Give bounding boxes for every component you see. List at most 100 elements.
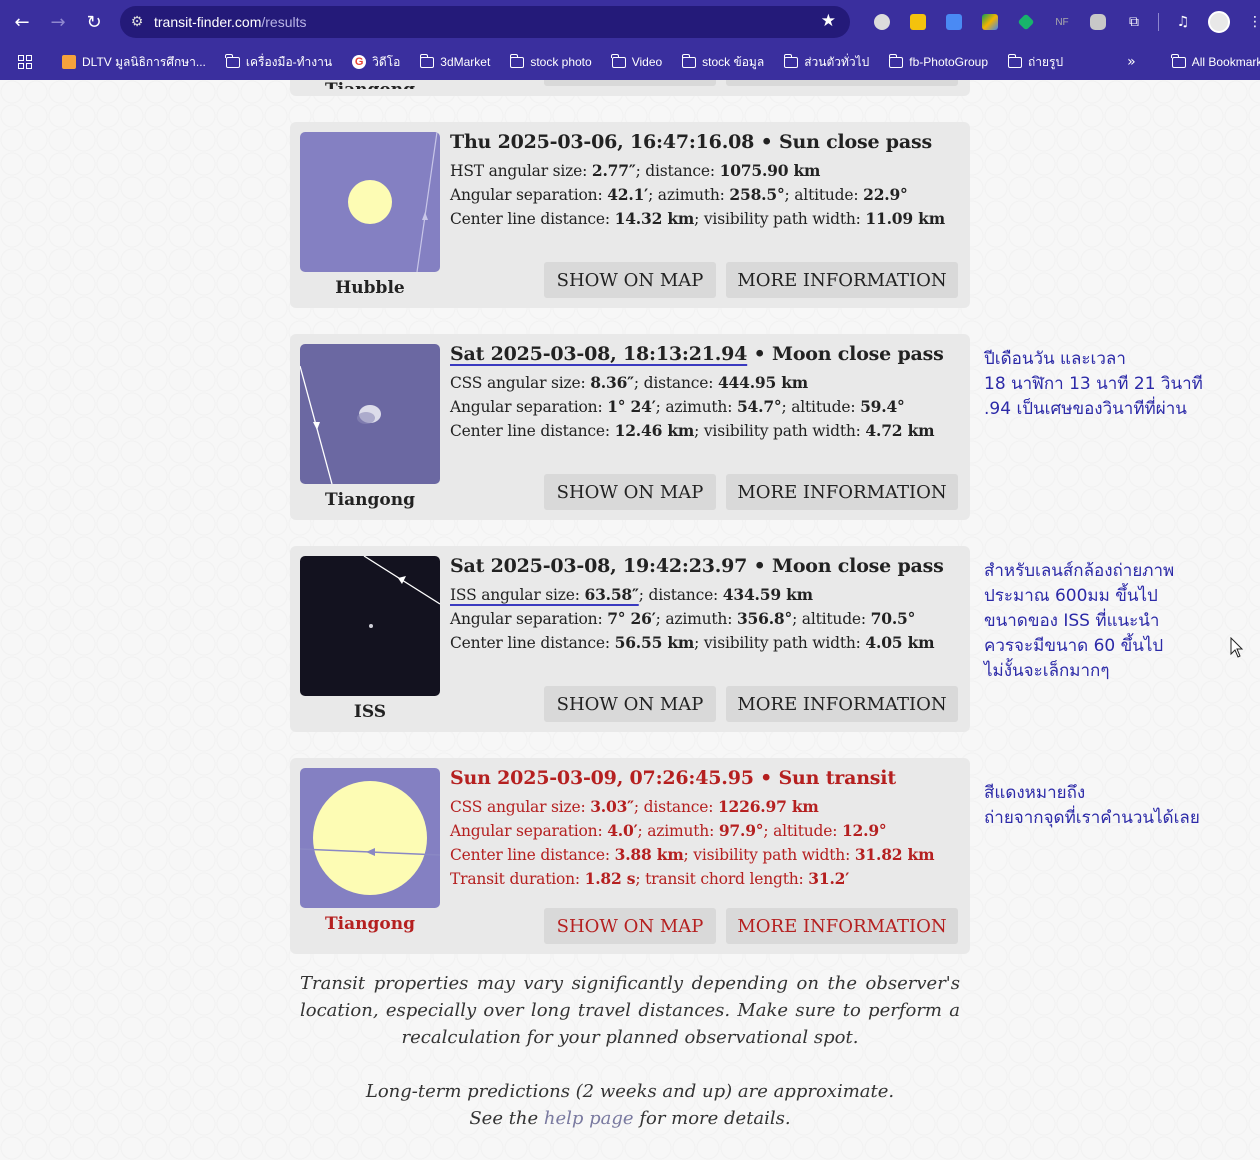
bookmarks-bar: DLTV มูลนิธิการศึกษา... เครื่องมือ-ทำงาน… <box>0 44 1260 80</box>
size-distance-line: CSS angular size: 3.03″; distance: 1226.… <box>450 797 819 816</box>
satellite-name: Tiangong <box>325 80 415 100</box>
footer-note-approximate: Long-term predictions (2 weeks and up) a… <box>365 1081 895 1129</box>
transit-thumbnail <box>300 556 440 696</box>
pass-info: Sat 2025-03-08, 19:42:23.97 • Moon close… <box>450 555 970 655</box>
forward-icon[interactable]: → <box>40 4 76 40</box>
bookmark-video-google[interactable]: G วิดีโอ <box>342 48 410 76</box>
more-information-button[interactable]: MORE INFORMATION <box>726 686 958 722</box>
show-on-map-button[interactable]: SHOW ON MAP <box>544 474 716 510</box>
bookmark-folder-fb-photogroup[interactable]: fb-PhotoGroup <box>879 48 998 76</box>
pass-card-previous: Tiangong <box>290 80 970 96</box>
pass-card-iss: ISS Sat 2025-03-08, 19:42:23.97 • Moon c… <box>290 546 970 732</box>
pass-info: Sun 2025-03-09, 07:26:45.95 • Sun transi… <box>450 767 970 891</box>
centerline-line: Center line distance: 12.46 km; visibili… <box>450 421 935 440</box>
address-bar[interactable]: ⚙ transit-finder.com/results ★ <box>120 6 850 38</box>
bookmark-dltv[interactable]: DLTV มูลนิธิการศึกษา... <box>52 48 216 76</box>
bookmark-folder-photography[interactable]: ถ่ายรูป <box>998 48 1073 76</box>
size-distance-line: ISS angular size: 63.58″; distance: 434.… <box>450 585 813 604</box>
satellite-name: Tiangong <box>325 490 415 510</box>
bookmark-folder-tools[interactable]: เครื่องมือ-ทำงาน <box>216 48 342 76</box>
sun-disk <box>348 180 392 224</box>
menu-kebab-icon[interactable]: ⋮ <box>1237 8 1260 36</box>
extension-green-icon[interactable] <box>1008 8 1044 36</box>
pass-card-hubble: Hubble Thu 2025-03-06, 16:47:16.08 • Sun… <box>290 122 970 308</box>
bookmark-star-icon[interactable]: ★ <box>821 11 836 31</box>
transit-duration-line: Transit duration: 1.82 s; transit chord … <box>450 869 850 888</box>
help-page-link[interactable]: help page <box>544 1108 634 1129</box>
pass-info: Thu 2025-03-06, 16:47:16.08 • Sun close … <box>450 131 970 231</box>
transit-thumbnail <box>300 132 440 272</box>
extensions-puzzle-icon[interactable]: ⧉ <box>1116 8 1152 36</box>
extension-drive-icon[interactable] <box>972 8 1008 36</box>
folder-icon <box>225 53 240 68</box>
profile-avatar[interactable] <box>1201 8 1237 36</box>
extension-nf-icon[interactable]: NF <box>1044 8 1080 36</box>
reload-icon[interactable]: ↻ <box>76 4 112 40</box>
annotation-red-meaning: สีแดงหมายถึง ถ่ายจากจุดที่เราคำนวนได้เลย <box>984 783 1200 828</box>
pass-title: Sun 2025-03-09, 07:26:45.95 • Sun transi… <box>450 767 896 789</box>
sun-transit-diagram <box>300 768 440 908</box>
bookmark-folder-stock-photo[interactable]: stock photo <box>500 48 601 76</box>
browser-toolbar: ← → ↻ ⚙ transit-finder.com/results ★ NF … <box>0 0 1260 44</box>
bookmark-folder-video[interactable]: Video <box>602 48 672 76</box>
more-information-button[interactable]: MORE INFORMATION <box>726 908 958 944</box>
satellite-name: Hubble <box>335 278 405 298</box>
dltv-icon <box>62 55 76 69</box>
site-settings-icon[interactable]: ⚙ <box>120 14 154 30</box>
separation-line: Angular separation: 7° 26′; azimuth: 356… <box>450 609 916 628</box>
pass-title: Sat 2025-03-08, 18:13:21.94 • Moon close… <box>450 343 944 365</box>
bookmark-folder-3dmarket[interactable]: 3dMarket <box>410 48 500 76</box>
folder-icon <box>611 53 626 68</box>
folder-icon <box>509 53 525 68</box>
folder-icon <box>888 53 904 68</box>
media-control-icon[interactable]: ♫ <box>1165 8 1201 36</box>
transit-thumbnail <box>300 344 440 484</box>
results-page: Tiangong Hubble Thu 2025-03-06, 16:47:16… <box>0 80 1260 1160</box>
all-bookmarks-folder[interactable]: All Bookmarks <box>1162 48 1260 76</box>
size-distance-line: CSS angular size: 8.36″; distance: 444.9… <box>450 373 809 392</box>
more-information-button[interactable]: MORE INFORMATION <box>726 262 958 298</box>
centerline-line: Center line distance: 14.32 km; visibili… <box>450 209 945 228</box>
url-host: transit-finder.com <box>154 14 262 30</box>
extension-keep-icon[interactable] <box>900 8 936 36</box>
more-information-button[interactable] <box>726 80 958 86</box>
centerline-line: Center line distance: 56.55 km; visibili… <box>450 633 935 652</box>
show-on-map-button[interactable]: SHOW ON MAP <box>544 686 716 722</box>
sun-disk <box>313 781 427 895</box>
satellite-name: ISS <box>353 702 387 722</box>
bookmark-folder-personal[interactable]: ส่วนตัวทั่วไป <box>774 48 879 76</box>
size-distance-line: HST angular size: 2.77″; distance: 1075.… <box>450 161 821 180</box>
mouse-cursor-icon <box>1230 637 1244 658</box>
satellite-name: Tiangong <box>325 914 415 934</box>
show-on-map-button[interactable]: SHOW ON MAP <box>544 908 716 944</box>
pass-card-tiangong-moon: Tiangong Sat 2025-03-08, 18:13:21.94 • M… <box>290 334 970 520</box>
transit-thumbnail <box>300 768 440 908</box>
extension-cloud-icon[interactable] <box>864 8 900 36</box>
extension-chat-icon[interactable] <box>1080 8 1116 36</box>
extension-translate-icon[interactable] <box>936 8 972 36</box>
footer-note-variation: Transit properties may vary significantl… <box>300 973 960 1048</box>
annotation-iss-size: สำหรับเลนส์กล้องถ่ายภาพ ประมาณ 600มม ขึ้… <box>984 561 1175 681</box>
annotation-datetime: ปีเดือนวัน และเวลา 18 นาฬิกา 13 นาที 21 … <box>984 349 1203 419</box>
more-bookmarks-icon[interactable]: » <box>1113 54 1150 70</box>
sun-pass-diagram <box>300 132 440 272</box>
show-on-map-button[interactable]: SHOW ON MAP <box>544 262 716 298</box>
show-on-map-button[interactable] <box>544 80 716 86</box>
pass-info: Sat 2025-03-08, 18:13:21.94 • Moon close… <box>450 343 970 443</box>
centerline-line: Center line distance: 3.88 km; visibilit… <box>450 845 935 864</box>
pass-card-tiangong-sun-transit: Tiangong Sun 2025-03-09, 07:26:45.95 • S… <box>290 758 970 954</box>
more-information-button[interactable]: MORE INFORMATION <box>726 474 958 510</box>
extensions-bar: NF ⧉ ♫ ⋮ <box>864 8 1260 36</box>
folder-icon <box>419 53 435 68</box>
separation-line: Angular separation: 1° 24′; azimuth: 54.… <box>450 397 905 416</box>
back-icon[interactable]: ← <box>4 4 40 40</box>
bookmark-folder-stock-data[interactable]: stock ข้อมูล <box>672 48 774 76</box>
folder-icon <box>1171 53 1186 68</box>
apps-grid-icon[interactable] <box>18 55 32 69</box>
moon-pass-diagram <box>300 344 440 484</box>
folder-icon <box>783 53 799 68</box>
folder-icon <box>1007 53 1023 68</box>
folder-icon <box>681 53 697 68</box>
moon-pass-diagram <box>300 556 440 696</box>
pass-title: Thu 2025-03-06, 16:47:16.08 • Sun close … <box>450 131 932 153</box>
